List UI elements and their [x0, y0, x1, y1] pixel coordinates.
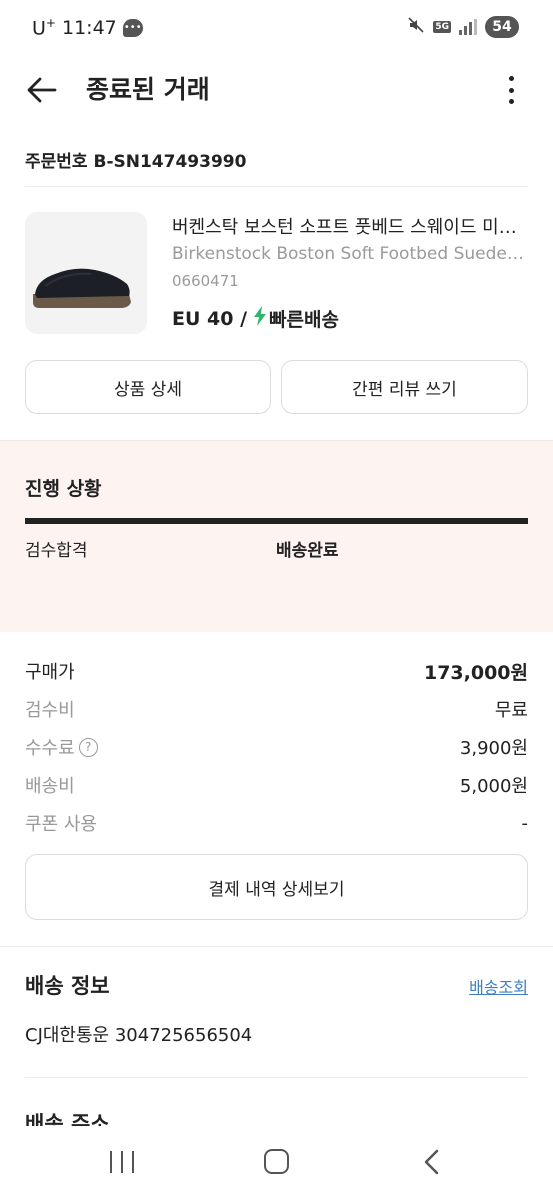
- product-name-ko[interactable]: 버켄스탁 보스턴 소프트 풋베드 스웨이드 미드나잇: [172, 213, 528, 239]
- price-row-inspection-fee: 검수비 무료: [25, 700, 528, 721]
- clock: 11:47: [61, 16, 117, 39]
- price-row-shipping-fee: 배송비 5,000원: [25, 776, 528, 797]
- progress-title: 진행 상황: [25, 478, 102, 500]
- battery-indicator: 54: [485, 16, 519, 38]
- carrier-label: U+: [32, 16, 56, 40]
- system-nav-bar: [0, 1126, 553, 1200]
- app-header: 종료된 거래: [0, 62, 553, 118]
- page-title: 종료된 거래: [86, 75, 210, 104]
- product-image[interactable]: [25, 212, 147, 334]
- track-shipment-link[interactable]: 배송조회: [469, 974, 528, 998]
- nav-back-icon[interactable]: [420, 1148, 444, 1176]
- divider: [0, 946, 553, 947]
- payment-detail-button[interactable]: 결제 내역 상세보기: [25, 854, 528, 920]
- more-vertical-icon[interactable]: [501, 74, 521, 106]
- status-bar: U+ 11:47 ••• 5G 54: [0, 0, 553, 56]
- message-icon: •••: [122, 18, 143, 37]
- price-row-commission: 수수료? 3,900원: [25, 737, 528, 759]
- product-code: 0660471: [172, 272, 239, 290]
- progress-step-inspection: 검수합격: [25, 541, 88, 561]
- progress-section: 진행 상황 검수합격 배송완료: [0, 440, 553, 632]
- price-row-purchase: 구매가 173,000원: [25, 661, 528, 684]
- nav-recent-icon[interactable]: [110, 1151, 134, 1173]
- back-arrow-icon[interactable]: [24, 72, 60, 108]
- progress-bar: [25, 518, 528, 524]
- shipping-info-title: 배송 정보: [25, 974, 110, 998]
- signal-icon: [459, 19, 477, 35]
- question-circle-icon[interactable]: ?: [78, 737, 98, 757]
- quick-review-button[interactable]: 간편 리뷰 쓰기: [281, 360, 528, 414]
- divider: [25, 1077, 528, 1078]
- shipping-type-badge: 빠른배송: [269, 309, 339, 331]
- tracking-number: CJ대한통운 304725656504: [25, 1025, 253, 1046]
- product-size: EU 40 / 빠른배송: [172, 305, 339, 332]
- price-row-coupon: 쿠폰 사용 -: [25, 812, 528, 836]
- network-type: 5G: [433, 21, 451, 33]
- product-detail-button[interactable]: 상품 상세: [25, 360, 271, 414]
- lightning-icon: [253, 306, 267, 331]
- divider: [25, 186, 528, 187]
- nav-home-icon[interactable]: [264, 1149, 289, 1174]
- mute-icon: [407, 16, 425, 38]
- order-number: 주문번호 B-SN147493990: [25, 152, 247, 172]
- product-name-en: Birkenstock Boston Soft Footbed Suede Mi…: [172, 244, 528, 264]
- progress-step-delivered: 배송완료: [276, 541, 339, 561]
